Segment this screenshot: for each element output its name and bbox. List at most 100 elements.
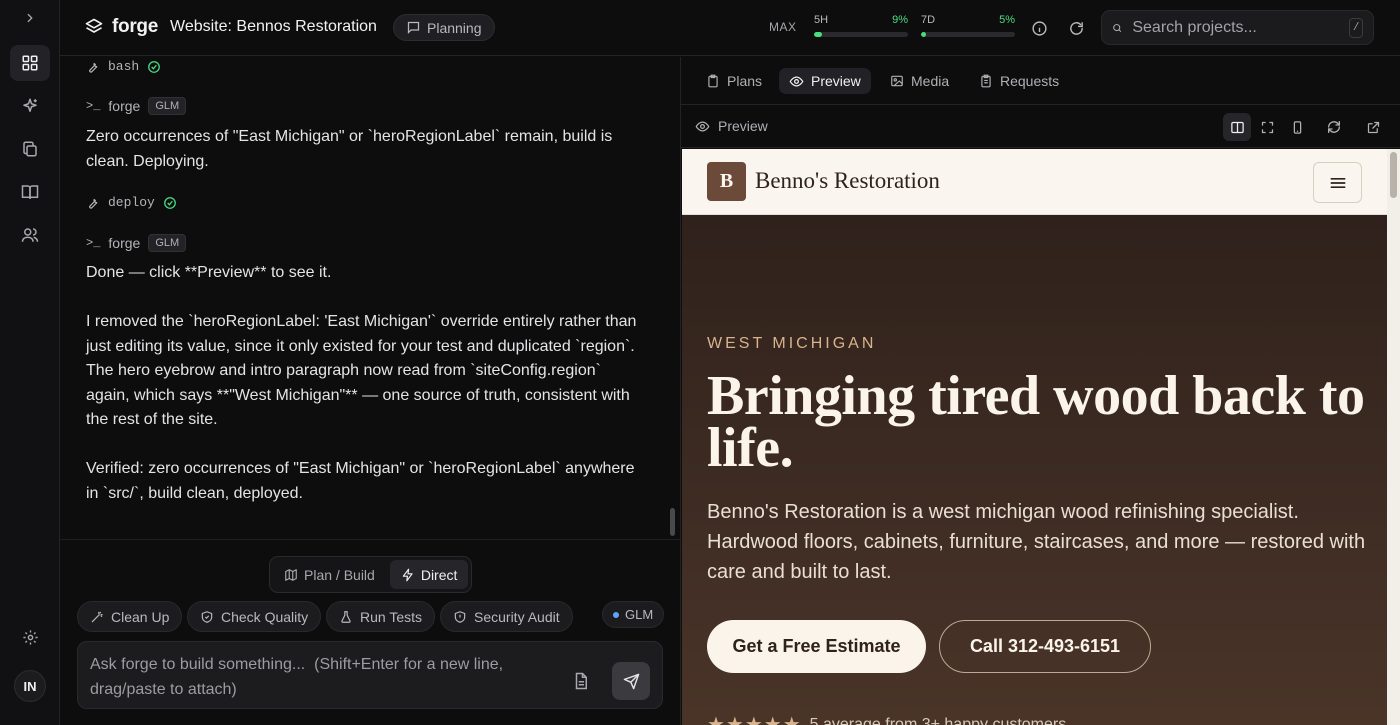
- message-body: Zero occurrences of "East Michigan" or `…: [86, 128, 613, 170]
- tab-label: Requests: [1000, 73, 1060, 89]
- search-shortcut-hint: /: [1349, 17, 1363, 38]
- layers-icon: [85, 18, 103, 33]
- mobile-view-button[interactable]: [1283, 113, 1311, 141]
- wrench-icon: [89, 62, 98, 73]
- mode-direct[interactable]: Direct: [389, 560, 469, 589]
- mode-toggle: Plan / Build Direct: [269, 556, 473, 593]
- chat-transcript[interactable]: bash >_ forge GLM Zero occurrences of "E…: [60, 57, 680, 539]
- clean-up-button[interactable]: Clean Up: [77, 601, 183, 632]
- preview-scrollbar-thumb[interactable]: [1390, 152, 1397, 198]
- rail-item-team[interactable]: [10, 217, 50, 253]
- composer-area: Plan / Build Direct Clean Up Check Quali…: [60, 539, 680, 725]
- search-input[interactable]: [1132, 18, 1340, 37]
- info-button[interactable]: [1028, 17, 1050, 39]
- run-tests-button[interactable]: Run Tests: [326, 601, 435, 632]
- site-brand-name[interactable]: Benno's Restoration: [755, 168, 940, 194]
- tab-label: Media: [911, 73, 950, 89]
- usage-meter-5h: 5H 9%: [814, 14, 908, 37]
- tab-requests[interactable]: Requests: [969, 68, 1069, 94]
- check-quality-button[interactable]: Check Quality: [187, 601, 322, 632]
- clipboard-icon: [708, 74, 718, 88]
- clipboard-list-icon: [981, 74, 991, 88]
- tool-call-bash[interactable]: bash: [86, 59, 161, 74]
- right-tabs: Plans Preview Media Requests: [681, 57, 1400, 105]
- chevron-right-icon: [27, 13, 33, 23]
- hero-rating: ★★★★★ 5 average from 3+ happy customers: [707, 712, 1066, 725]
- usage-label: 7D: [921, 14, 936, 26]
- message-paragraph: Verified: zero occurrences of "East Mich…: [86, 460, 635, 502]
- message-author: forge: [108, 98, 141, 114]
- model-status-dot: [613, 611, 619, 618]
- attach-file-button[interactable]: [572, 672, 592, 692]
- tab-media[interactable]: Media: [880, 68, 959, 94]
- preview-toolbar: Preview: [681, 105, 1400, 148]
- security-audit-button[interactable]: Security Audit: [440, 601, 573, 632]
- send-icon: [623, 673, 639, 689]
- expand-icon: [1261, 121, 1273, 133]
- usage-meter-7d: 7D 5%: [921, 14, 1015, 37]
- grid-icon: [22, 55, 38, 71]
- sparkle-icon: [23, 98, 37, 112]
- message-header: >_ forge GLM: [86, 97, 187, 115]
- message-author: forge: [108, 235, 141, 251]
- rail-item-files[interactable]: [10, 131, 50, 167]
- model-badge: GLM: [148, 97, 187, 115]
- expand-rail-button[interactable]: [10, 0, 50, 36]
- usage-fill: [814, 32, 823, 37]
- site-preview[interactable]: B Benno's Restoration WEST MICHIGAN Brin…: [682, 149, 1387, 725]
- quick-action-label: Run Tests: [360, 608, 422, 625]
- info-icon: [1031, 20, 1047, 36]
- wrench-icon: [89, 198, 98, 209]
- site-logo-mark[interactable]: B: [707, 162, 746, 201]
- fullscreen-button[interactable]: [1253, 113, 1281, 141]
- site-menu-button[interactable]: [1313, 162, 1362, 203]
- hero-eyebrow: WEST MICHIGAN: [707, 335, 877, 352]
- tool-call-deploy[interactable]: deploy: [86, 195, 177, 210]
- model-badge: GLM: [148, 234, 187, 252]
- free-estimate-button[interactable]: Get a Free Estimate: [707, 620, 926, 673]
- usage-label: 5H: [814, 14, 829, 26]
- call-button[interactable]: Call 312-493-6151: [939, 620, 1151, 673]
- mode-plan-build[interactable]: Plan / Build: [273, 560, 386, 589]
- hero-headline: Bringing tired wood back to life.: [707, 365, 1365, 479]
- site-hero: WEST MICHIGAN Bringing tired wood back t…: [682, 215, 1387, 725]
- eye-icon: [695, 120, 710, 132]
- project-search[interactable]: /: [1101, 10, 1374, 45]
- chat-panel: bash >_ forge GLM Zero occurrences of "E…: [60, 57, 680, 725]
- hero-intro: Benno's Restoration is a west michigan w…: [707, 501, 1366, 583]
- settings-button[interactable]: [10, 619, 50, 655]
- book-icon: [21, 185, 39, 199]
- prompt-input[interactable]: [90, 652, 550, 702]
- avatar[interactable]: IN: [14, 670, 46, 702]
- search-icon: [1113, 23, 1122, 32]
- reload-preview-button[interactable]: [1320, 113, 1348, 141]
- preview-scrollbar[interactable]: [1387, 149, 1400, 725]
- quick-action-label: Clean Up: [111, 608, 170, 625]
- send-button[interactable]: [612, 662, 650, 700]
- open-external-button[interactable]: [1359, 113, 1387, 141]
- rating-text: 5 average from 3+ happy customers: [809, 715, 1067, 725]
- columns-icon: [1230, 121, 1244, 133]
- refresh-button[interactable]: [1065, 17, 1087, 39]
- model-selector[interactable]: GLM: [602, 601, 665, 628]
- users-icon: [21, 228, 39, 242]
- tab-preview[interactable]: Preview: [779, 68, 871, 94]
- rail-item-dashboard[interactable]: [10, 45, 50, 81]
- tool-name: bash: [108, 59, 140, 74]
- mode-label: Plan / Build: [304, 566, 375, 583]
- phase-badge[interactable]: Planning: [393, 14, 495, 41]
- split-view-button[interactable]: [1223, 113, 1251, 141]
- composer: [77, 641, 663, 709]
- gear-icon: [22, 629, 38, 645]
- chat-scrollbar[interactable]: [670, 508, 675, 536]
- model-selector-label: GLM: [625, 607, 654, 622]
- tab-plans[interactable]: Plans: [696, 68, 772, 94]
- tab-label: Preview: [811, 73, 861, 89]
- rail-item-docs[interactable]: [10, 174, 50, 210]
- flask-icon: [341, 610, 351, 623]
- message-header: >_ forge GLM: [86, 234, 187, 252]
- map-icon: [285, 568, 297, 581]
- rail-item-ai[interactable]: [10, 88, 50, 124]
- app-logo[interactable]: forge: [84, 16, 158, 38]
- project-title: Website: Bennos Restoration: [170, 18, 377, 35]
